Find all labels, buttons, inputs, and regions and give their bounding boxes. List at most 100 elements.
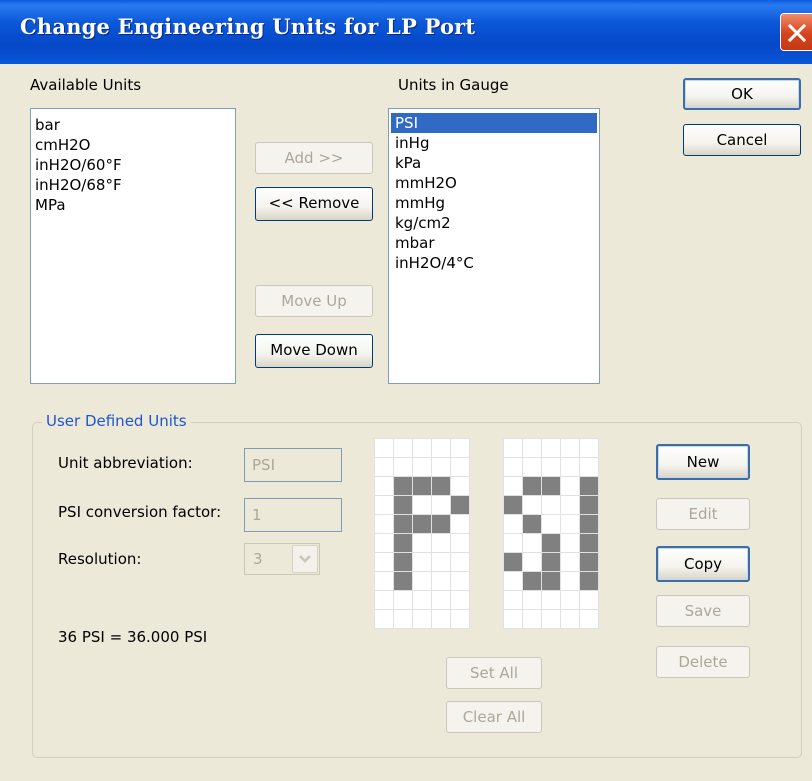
matrix-cell[interactable]	[451, 610, 469, 628]
matrix-cell[interactable]	[432, 534, 450, 552]
matrix-cell[interactable]	[504, 553, 522, 571]
list-item[interactable]: mmHg	[391, 193, 597, 213]
matrix-cell[interactable]	[394, 477, 412, 495]
matrix-cell[interactable]	[375, 534, 393, 552]
matrix-cell[interactable]	[561, 496, 579, 514]
matrix-cell[interactable]	[523, 496, 541, 514]
list-item[interactable]: kPa	[391, 153, 597, 173]
matrix-cell[interactable]	[451, 553, 469, 571]
matrix-cell[interactable]	[580, 610, 598, 628]
matrix-cell[interactable]	[542, 591, 560, 609]
matrix-cell[interactable]	[523, 534, 541, 552]
list-item[interactable]: mbar	[391, 233, 597, 253]
list-item[interactable]: PSI	[391, 113, 597, 133]
matrix-cell[interactable]	[413, 591, 431, 609]
matrix-cell[interactable]	[375, 553, 393, 571]
matrix-cell[interactable]	[580, 439, 598, 457]
matrix-cell[interactable]	[432, 515, 450, 533]
matrix-cell[interactable]	[394, 458, 412, 476]
list-item[interactable]: inH2O/60°F	[31, 155, 235, 175]
matrix-cell[interactable]	[580, 496, 598, 514]
matrix-cell[interactable]	[375, 439, 393, 457]
matrix-cell[interactable]	[375, 572, 393, 590]
matrix-cell[interactable]	[580, 458, 598, 476]
matrix-cell[interactable]	[451, 458, 469, 476]
matrix-cell[interactable]	[394, 610, 412, 628]
matrix-cell[interactable]	[504, 591, 522, 609]
matrix-cell[interactable]	[394, 553, 412, 571]
matrix-cell[interactable]	[580, 534, 598, 552]
unit-abbreviation-field[interactable]: PSI	[244, 448, 342, 482]
copy-button[interactable]: Copy	[656, 546, 750, 582]
conversion-factor-field[interactable]: 1	[244, 498, 342, 532]
matrix-cell[interactable]	[542, 515, 560, 533]
matrix-cell[interactable]	[413, 477, 431, 495]
matrix-cell[interactable]	[523, 553, 541, 571]
matrix-cell[interactable]	[375, 477, 393, 495]
matrix-cell[interactable]	[542, 477, 560, 495]
matrix-cell[interactable]	[523, 439, 541, 457]
set-all-button[interactable]: Set All	[446, 657, 542, 689]
char-matrix-2[interactable]	[503, 438, 599, 629]
matrix-cell[interactable]	[580, 572, 598, 590]
matrix-cell[interactable]	[504, 515, 522, 533]
matrix-cell[interactable]	[451, 496, 469, 514]
close-button[interactable]	[780, 13, 812, 51]
matrix-cell[interactable]	[394, 591, 412, 609]
matrix-cell[interactable]	[542, 458, 560, 476]
matrix-cell[interactable]	[432, 591, 450, 609]
matrix-cell[interactable]	[523, 458, 541, 476]
matrix-cell[interactable]	[394, 572, 412, 590]
list-item[interactable]: inH2O/4°C	[391, 253, 597, 273]
new-button[interactable]: New	[656, 444, 750, 480]
matrix-cell[interactable]	[561, 534, 579, 552]
list-item[interactable]: inHg	[391, 133, 597, 153]
matrix-cell[interactable]	[561, 610, 579, 628]
matrix-cell[interactable]	[561, 553, 579, 571]
matrix-cell[interactable]	[523, 572, 541, 590]
resolution-select[interactable]: 3	[244, 543, 320, 575]
matrix-cell[interactable]	[504, 572, 522, 590]
matrix-cell[interactable]	[413, 515, 431, 533]
matrix-cell[interactable]	[542, 572, 560, 590]
matrix-cell[interactable]	[580, 591, 598, 609]
matrix-cell[interactable]	[375, 458, 393, 476]
matrix-cell[interactable]	[451, 591, 469, 609]
matrix-cell[interactable]	[432, 477, 450, 495]
matrix-cell[interactable]	[580, 553, 598, 571]
matrix-cell[interactable]	[561, 458, 579, 476]
matrix-cell[interactable]	[394, 515, 412, 533]
matrix-cell[interactable]	[451, 439, 469, 457]
matrix-cell[interactable]	[451, 572, 469, 590]
matrix-cell[interactable]	[375, 591, 393, 609]
matrix-cell[interactable]	[504, 477, 522, 495]
matrix-cell[interactable]	[561, 591, 579, 609]
dropdown-arrow[interactable]	[292, 545, 318, 573]
matrix-cell[interactable]	[504, 610, 522, 628]
matrix-cell[interactable]	[432, 496, 450, 514]
matrix-cell[interactable]	[432, 572, 450, 590]
matrix-cell[interactable]	[542, 610, 560, 628]
clear-all-button[interactable]: Clear All	[446, 701, 542, 733]
char-matrix-1[interactable]	[374, 438, 470, 629]
matrix-cell[interactable]	[561, 439, 579, 457]
matrix-cell[interactable]	[542, 553, 560, 571]
matrix-cell[interactable]	[451, 477, 469, 495]
list-item[interactable]: MPa	[31, 195, 235, 215]
matrix-cell[interactable]	[523, 477, 541, 495]
save-button[interactable]: Save	[656, 595, 750, 627]
matrix-cell[interactable]	[580, 515, 598, 533]
list-item[interactable]: bar	[31, 115, 235, 135]
matrix-cell[interactable]	[394, 534, 412, 552]
matrix-cell[interactable]	[523, 591, 541, 609]
matrix-cell[interactable]	[504, 496, 522, 514]
matrix-cell[interactable]	[413, 610, 431, 628]
matrix-cell[interactable]	[451, 515, 469, 533]
matrix-cell[interactable]	[413, 439, 431, 457]
list-item[interactable]: kg/cm2	[391, 213, 597, 233]
add-button[interactable]: Add >>	[255, 142, 373, 174]
list-item[interactable]: mmH2O	[391, 173, 597, 193]
units-in-gauge-list[interactable]: PSI inHg kPa mmH2O mmHg kg/cm2 mbar inH2O/4°C	[388, 108, 600, 384]
matrix-cell[interactable]	[580, 477, 598, 495]
matrix-cell[interactable]	[504, 458, 522, 476]
